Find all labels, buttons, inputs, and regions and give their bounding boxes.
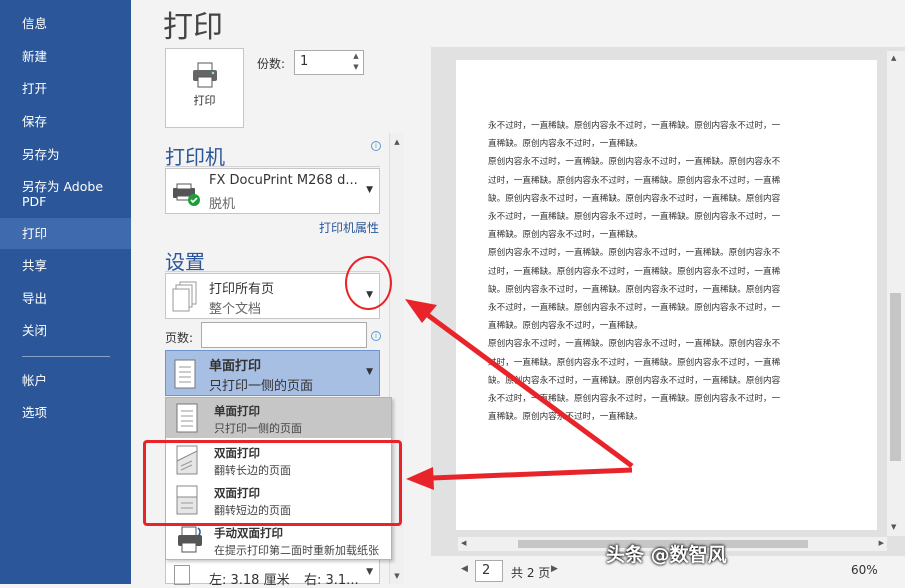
- page-number: 2: [482, 563, 491, 578]
- annotation-rectangle: [143, 440, 402, 526]
- chevron-down-icon: ▼: [366, 367, 373, 377]
- spin-down-icon[interactable]: ▼: [349, 62, 363, 73]
- preview-text-line: 永不过时，一直稀缺。原创内容永不过时，一直稀缺。原创内容永不过时，一: [488, 121, 781, 131]
- printer-properties-link[interactable]: 打印机属性: [319, 219, 379, 236]
- preview-text-line: 永不过时，一直稀缺。原创内容永不过时，一直稀缺。原创内容永不过时，一: [488, 394, 781, 404]
- scroll-down-icon[interactable]: ▼: [390, 569, 404, 583]
- preview-text-line: 永不过时，一直稀缺。原创内容永不过时，一直稀缺。原创内容永不过时，一: [488, 212, 781, 222]
- scroll-up-icon[interactable]: ▲: [891, 54, 896, 62]
- nav-account[interactable]: 帐户: [0, 373, 131, 388]
- page-number-input[interactable]: 2: [475, 560, 503, 582]
- printer-heading-rule: [165, 166, 380, 167]
- preview-text-line: 过时，一直稀缺。原创内容永不过时，一直稀缺。原创内容永不过时，一直稀: [488, 175, 781, 186]
- scroll-right-icon[interactable]: ▶: [879, 539, 884, 547]
- nav-export[interactable]: 导出: [0, 291, 131, 306]
- scroll-left-icon[interactable]: ◀: [461, 539, 466, 547]
- info-icon[interactable]: i: [371, 141, 381, 151]
- preview-text-line: 永不过时，一直稀缺。原创内容永不过时，一直稀缺。原创内容永不过时，一: [488, 303, 781, 313]
- watermark: 头条 @数智风: [606, 544, 727, 566]
- nav-save-as-pdf[interactable]: 另存为 Adobe PDF: [0, 179, 110, 209]
- next-page-icon[interactable]: ▶: [551, 564, 558, 574]
- margin-left: 左: 3.18 厘米: [209, 573, 290, 588]
- preview-text-line: 直稀缺。原创内容永不过时，一直稀缺。: [488, 321, 643, 332]
- margins-icon: [174, 565, 190, 585]
- nav-new[interactable]: 新建: [0, 49, 131, 64]
- scroll-down-icon[interactable]: ▼: [891, 523, 896, 531]
- info-icon[interactable]: i: [371, 331, 381, 341]
- duplex-dropdown[interactable]: 单面打印 只打印一侧的页面 ▼: [165, 350, 380, 396]
- menu-item-subtitle: 在提示打印第二面时重新加载纸张: [214, 544, 379, 557]
- nav-options[interactable]: 选项: [0, 405, 131, 420]
- pages-input[interactable]: [201, 322, 367, 348]
- manual-duplex-icon: [178, 526, 202, 553]
- printer-ready-icon: [173, 183, 200, 206]
- printer-dropdown[interactable]: FX DocuPrint M268 d... 脱机 ▼: [165, 168, 380, 214]
- annotation-circle: [345, 256, 392, 310]
- preview-scrollbar[interactable]: ▲ ▼: [887, 51, 905, 536]
- menu-item-title: 手动双面打印: [214, 526, 283, 540]
- duplex-title: 单面打印: [209, 359, 262, 374]
- menu-item-single-sided[interactable]: 单面打印 只打印一侧的页面: [166, 398, 391, 438]
- menu-item-manual-duplex[interactable]: 手动双面打印 在提示打印第二面时重新加载纸张: [166, 520, 391, 560]
- preview-text-line: 缺。原创内容永不过时，一直稀缺。原创内容永不过时，一直稀缺。原创内容: [488, 375, 781, 386]
- single-page-icon: [176, 403, 198, 433]
- printer-icon: [193, 62, 217, 88]
- menu-item-subtitle: 只打印一侧的页面: [214, 422, 302, 435]
- prev-page-icon[interactable]: ◀: [461, 564, 468, 574]
- sidebar-divider: [22, 356, 110, 357]
- print-range-title: 打印所有页: [209, 282, 275, 297]
- zoom-level[interactable]: 60%: [851, 563, 878, 577]
- preview-text-line: 过时，一直稀缺。原创内容永不过时，一直稀缺。原创内容永不过时，一直稀: [488, 357, 781, 368]
- preview-text-line: 直稀缺。原创内容永不过时，一直稀缺。: [488, 412, 643, 423]
- print-button[interactable]: 打印: [165, 48, 244, 128]
- printer-name: FX DocuPrint M268 d...: [209, 173, 358, 188]
- scroll-thumb[interactable]: [890, 293, 901, 461]
- nav-print[interactable]: 打印: [0, 218, 131, 249]
- pages-label: 页数:: [165, 331, 194, 345]
- nav-close[interactable]: 关闭: [0, 323, 131, 338]
- spin-up-icon[interactable]: ▲: [349, 51, 363, 62]
- margin-right: 右: 3.1...: [304, 573, 359, 588]
- nav-save[interactable]: 保存: [0, 114, 131, 129]
- print-range-subtitle: 整个文档: [209, 302, 262, 317]
- preview-text-line: 直稀缺。原创内容永不过时，一直稀缺。: [488, 230, 643, 241]
- preview-text-line: 原创内容永不过时，一直稀缺。原创内容永不过时，一直稀缺。原创内容永不: [488, 248, 781, 259]
- preview-text-line: 缺。原创内容永不过时，一直稀缺。原创内容永不过时，一直稀缺。原创内容: [488, 193, 781, 204]
- copies-input[interactable]: 1 ▲ ▼: [294, 50, 364, 75]
- nav-share[interactable]: 共享: [0, 258, 131, 273]
- nav-open[interactable]: 打开: [0, 81, 131, 96]
- copies-label: 份数:: [257, 57, 286, 71]
- preview-text-line: 直稀缺。原创内容永不过时，一直稀缺。: [488, 139, 643, 150]
- page-count: 共 2 页: [511, 566, 551, 580]
- print-button-label: 打印: [193, 94, 216, 107]
- page-title: 打印: [163, 10, 223, 45]
- preview-text-line: 原创内容永不过时，一直稀缺。原创内容永不过时，一直稀缺。原创内容永不: [488, 339, 781, 350]
- backstage-sidebar: 信息 新建 打开 保存 另存为 另存为 Adobe PDF 打印 共享 导出 关…: [0, 0, 131, 584]
- printer-status: 脱机: [209, 197, 236, 212]
- preview-text-line: 原创内容永不过时，一直稀缺。原创内容永不过时，一直稀缺。原创内容永不: [488, 157, 781, 168]
- chevron-down-icon: ▼: [366, 185, 373, 195]
- menu-item-title: 单面打印: [214, 404, 260, 418]
- margins-dropdown[interactable]: 左: 3.18 厘米 右: 3.1... ▼: [165, 558, 380, 588]
- copies-value: 1: [300, 54, 309, 69]
- pages-icon: [172, 281, 197, 312]
- scroll-up-icon[interactable]: ▲: [390, 135, 404, 149]
- copies-spinner[interactable]: ▲ ▼: [349, 51, 363, 74]
- duplex-subtitle: 只打印一侧的页面: [209, 379, 314, 394]
- single-page-icon: [174, 359, 196, 389]
- preview-text-line: 过时，一直稀缺。原创内容永不过时，一直稀缺。原创内容永不过时，一直稀: [488, 266, 781, 277]
- nav-save-as[interactable]: 另存为: [0, 147, 131, 162]
- nav-info[interactable]: 信息: [0, 16, 131, 31]
- chevron-down-icon: ▼: [366, 567, 373, 577]
- preview-text-line: 缺。原创内容永不过时，一直稀缺。原创内容永不过时，一直稀缺。原创内容: [488, 284, 781, 295]
